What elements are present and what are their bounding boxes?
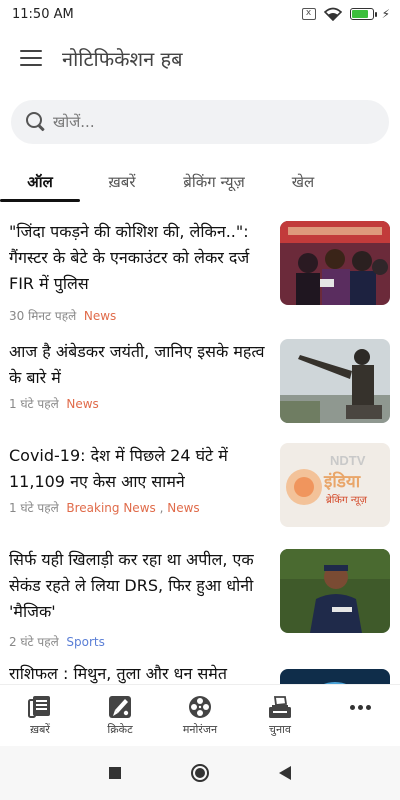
tab-news[interactable]: ख़बरें — [92, 164, 152, 192]
category-tabs: ऑल ख़बरें ब्रेकिंग न्यूज़ खेल — [0, 164, 400, 204]
ambedkar-statue-image — [280, 339, 390, 423]
ballot-box-icon — [269, 696, 291, 718]
nav-item-news[interactable]: ख़बरें — [0, 685, 80, 743]
system-navigation-bar — [0, 746, 400, 800]
battery-level — [351, 10, 368, 18]
news-headline: राशिफल : मिथुन, तुला और धन समेत — [9, 664, 227, 683]
cricket-player-image — [280, 549, 390, 633]
news-meta: 30 मिनट पहले News — [9, 307, 116, 324]
nav-item-election[interactable]: चुनाव — [240, 685, 320, 743]
sim-off-icon: x — [301, 8, 316, 20]
news-category: Sports — [66, 635, 105, 649]
nav-item-cricket[interactable]: क्रिकेट — [80, 685, 160, 743]
charging-bolt-icon: ⚡ — [381, 7, 390, 21]
back-triangle-icon[interactable] — [279, 766, 291, 780]
news-category: News — [167, 501, 200, 515]
bottom-navigation: ख़बरें क्रिकेट मनोरंजन चुनाव — [0, 684, 400, 742]
news-item[interactable]: Covid-19: देश में पिछले 24 घंटे में 11,1… — [0, 443, 400, 533]
nav-label: क्रिकेट — [107, 723, 133, 736]
news-time: 1 घंटे पहले — [9, 501, 59, 515]
news-item[interactable]: सिर्फ यही खिलाड़ी कर रहा था अपील, एक सेक… — [0, 547, 400, 651]
svg-text:ब्रेकिंग न्यूज़: ब्रेकिंग न्यूज़ — [326, 494, 368, 506]
svg-text:इंडिया: इंडिया — [323, 471, 361, 492]
news-headline: Covid-19: देश में पिछले 24 घंटे में 11,1… — [9, 446, 228, 491]
page-title: नोटिफिकेशन हब — [62, 46, 183, 71]
film-reel-icon — [189, 696, 211, 718]
status-time: 11:50 AM — [12, 6, 74, 22]
news-time: 30 मिनट पहले — [9, 309, 77, 323]
search-bar[interactable] — [11, 100, 389, 144]
recents-square-icon[interactable] — [109, 767, 121, 779]
newspaper-icon — [28, 696, 50, 718]
news-meta: 1 घंटे पहले Breaking News , News — [9, 499, 200, 516]
news-item[interactable]: आज है अंबेडकर जयंती, जानिए इसके महत्व के… — [0, 339, 400, 429]
news-headline: सिर्फ यही खिलाड़ी कर रहा था अपील, एक सेक… — [9, 550, 254, 621]
news-category: Breaking News — [66, 501, 156, 515]
nav-label: ख़बरें — [30, 723, 50, 736]
news-time: 2 घंटे पहले — [9, 635, 59, 649]
ndtv-india-breaking-news-image: NDTV इंडिया ब्रेकिंग न्यूज़ — [280, 443, 390, 527]
protest-crowd-image — [280, 221, 390, 305]
news-list: "जिंदा पकड़ने की कोशिश की, लेकिन..": गैं… — [0, 215, 400, 685]
hamburger-menu-icon[interactable] — [20, 50, 42, 66]
svg-text:NDTV: NDTV — [330, 453, 366, 468]
news-time: 1 घंटे पहले — [9, 397, 59, 411]
screen: 11:50 AM x ⚡ नोटिफिकेशन हब ऑल ख़बरें ब्र… — [0, 0, 400, 800]
news-category: News — [83, 309, 117, 323]
tab-sports[interactable]: खेल — [278, 164, 328, 192]
news-meta: 1 घंटे पहले News — [9, 395, 99, 412]
status-icons: x ⚡ — [301, 7, 390, 21]
zodiac-image — [280, 669, 390, 685]
cricket-bat-icon — [109, 696, 131, 718]
nav-label: मनोरंजन — [182, 723, 218, 736]
battery-icon — [349, 8, 377, 20]
nav-label: चुनाव — [268, 723, 292, 736]
news-item[interactable]: "जिंदा पकड़ने की कोशिश की, लेकिन..": गैं… — [0, 219, 400, 323]
app-bar: नोटिफिकेशन हब — [0, 36, 400, 80]
wifi-icon — [323, 7, 342, 21]
news-item[interactable]: राशिफल : मिथुन, तुला और धन समेत — [0, 661, 400, 685]
search-input[interactable] — [53, 113, 373, 131]
news-headline: "जिंदा पकड़ने की कोशिश की, लेकिन..": गैं… — [9, 222, 250, 293]
nav-item-more[interactable] — [320, 685, 400, 743]
news-category: News — [66, 397, 99, 411]
news-headline: आज है अंबेडकर जयंती, जानिए इसके महत्व के… — [9, 342, 265, 387]
home-circle-icon[interactable] — [191, 764, 209, 782]
tab-all[interactable]: ऑल — [0, 164, 80, 202]
nav-item-entertainment[interactable]: मनोरंजन — [160, 685, 240, 743]
status-bar: 11:50 AM x ⚡ — [0, 0, 400, 28]
news-meta: 2 घंटे पहले Sports — [9, 633, 105, 650]
search-icon — [25, 111, 47, 133]
more-icon — [346, 693, 374, 721]
tab-breaking-news[interactable]: ब्रेकिंग न्यूज़ — [166, 164, 262, 192]
